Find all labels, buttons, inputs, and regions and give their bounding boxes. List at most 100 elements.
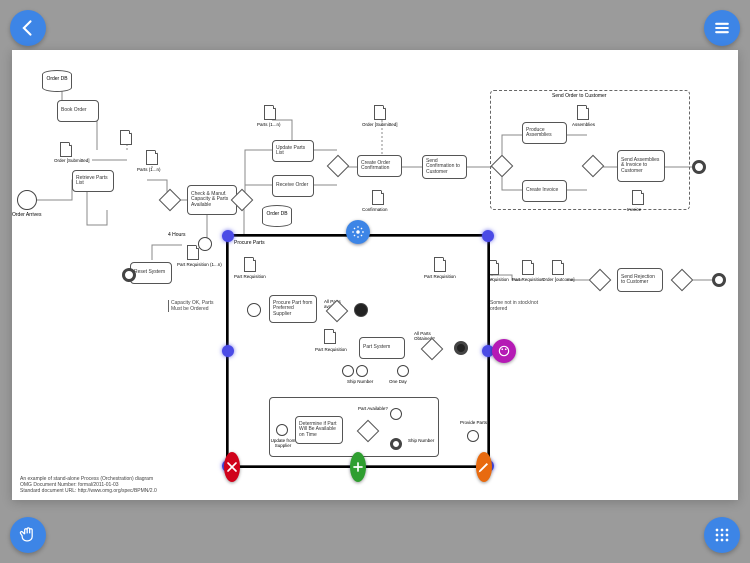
label: Part Available? xyxy=(358,406,388,411)
task-send-assy-inv[interactable]: Send Assemblies & Invoice to Customer xyxy=(617,150,665,182)
sub-start[interactable] xyxy=(247,303,261,317)
task-check-manuf[interactable]: Check & Manuf. Capacity & Parts Availabl… xyxy=(187,185,237,215)
label: Order [Submitted] xyxy=(54,158,90,163)
timer-event[interactable] xyxy=(198,237,212,251)
sub-data-part-req-r[interactable] xyxy=(434,257,446,272)
text: Create Invoice xyxy=(526,188,558,194)
data-confirmation[interactable] xyxy=(372,190,384,205)
label: One Day xyxy=(389,379,407,384)
task-book-order[interactable]: Book Order xyxy=(57,100,99,122)
data-parts-1n[interactable] xyxy=(146,150,158,165)
sub-timer[interactable] xyxy=(356,365,368,377)
task-produce-assy[interactable]: Produce Assemblies xyxy=(522,122,567,144)
text: Update Parts List xyxy=(276,146,310,157)
subsub-end-yes[interactable] xyxy=(390,408,402,420)
label: Part Requisition xyxy=(234,274,266,279)
text: Create Order Confirmation xyxy=(361,161,398,172)
label: Update from Supplier xyxy=(270,438,296,448)
subsub-gateway[interactable] xyxy=(357,420,380,443)
text: Check & Manuf. Capacity & Parts Availabl… xyxy=(191,192,233,209)
end-event-reject[interactable] xyxy=(712,273,726,287)
data-parts[interactable] xyxy=(120,130,132,145)
end-event-reset[interactable] xyxy=(122,268,136,282)
task-send-conf[interactable]: Send Confirmation to Customer xyxy=(422,155,467,179)
label: Part Requisition (1...n) xyxy=(177,262,222,267)
annotation-capacity: Capacity OK, Parts Must be Ordered xyxy=(168,300,218,312)
datastore-order-db[interactable]: Order DB xyxy=(42,70,72,92)
text: Send Rejection to Customer xyxy=(621,275,659,286)
subprocess-label: Procure Parts xyxy=(234,240,265,246)
data-parts-mid[interactable] xyxy=(264,105,276,120)
text: Book Order xyxy=(61,108,87,114)
data-invoice[interactable] xyxy=(632,190,644,205)
sub-gateway-obtained[interactable] xyxy=(421,338,444,361)
text: Order DB xyxy=(266,211,287,217)
datastore-order-db-2[interactable]: Order DB xyxy=(262,205,292,227)
label: Parts (1...n) xyxy=(137,167,161,172)
footnote: An example of stand-alone Process (Orche… xyxy=(20,476,157,494)
data-assemblies[interactable] xyxy=(577,105,589,120)
label: Part Requisition xyxy=(315,347,347,352)
label: Confirmation xyxy=(362,207,388,212)
label: Ship Number xyxy=(347,379,373,384)
label: Order [Submitted] xyxy=(362,122,398,127)
task-receive-order[interactable]: Receive Order xyxy=(272,175,314,197)
sub-task-part-system[interactable]: Part System xyxy=(359,337,405,359)
text: Send Assemblies & Invoice to Customer xyxy=(621,158,661,175)
data-order-submitted[interactable] xyxy=(60,142,72,157)
menu-button[interactable] xyxy=(704,10,740,46)
timer-label: 4 Hours xyxy=(168,232,186,238)
diagram-canvas[interactable]: Order DB Order Arrives Book Order Retrie… xyxy=(12,50,738,500)
back-icon xyxy=(18,18,38,38)
data-part-req[interactable] xyxy=(187,245,199,260)
hand-tool-button[interactable] xyxy=(10,517,46,553)
task-create-conf[interactable]: Create Order Confirmation xyxy=(357,155,402,177)
text: Part System xyxy=(363,345,390,351)
label: Assemblies xyxy=(572,122,595,127)
label: Ship Number xyxy=(408,438,434,443)
sub-data-req[interactable] xyxy=(244,257,256,272)
subprocess-procure-parts[interactable]: Procure Parts Part Requisition Procure P… xyxy=(228,236,488,466)
sub-subprocess[interactable]: Update from Supplier Determine if Part W… xyxy=(269,397,439,457)
subsub-end-no[interactable] xyxy=(390,438,402,450)
text: Reset System xyxy=(134,270,165,276)
task-retrieve-parts[interactable]: Retrieve Parts List xyxy=(72,170,114,192)
text: Receive Order xyxy=(276,183,308,189)
text: Order DB xyxy=(46,76,67,82)
start-event-label: Order Arrives xyxy=(12,212,41,218)
grid-icon xyxy=(712,525,732,545)
data-part-req-bottom[interactable] xyxy=(487,260,499,275)
subsub-start[interactable] xyxy=(276,424,288,436)
hand-icon xyxy=(18,525,38,545)
text: Send Confirmation to Customer xyxy=(426,159,463,176)
task-create-invoice[interactable]: Create Invoice xyxy=(522,180,567,202)
menu-icon xyxy=(712,18,732,38)
text: Determine if Part Will Be Available on T… xyxy=(299,422,339,439)
sub-end-obtained[interactable] xyxy=(454,341,468,355)
bpmn-diagram: Order DB Order Arrives Book Order Retrie… xyxy=(12,50,738,500)
sub-end-avail[interactable] xyxy=(354,303,368,317)
sub-task-procure-pref[interactable]: Procure Part from Preferred Supplier xyxy=(269,295,317,323)
label: Parts (1...n) xyxy=(257,122,281,127)
data-part-req-bottom-2[interactable] xyxy=(522,260,534,275)
end-event-sent[interactable] xyxy=(692,160,706,174)
task-reset-system[interactable]: Reset System xyxy=(130,262,172,284)
start-event[interactable] xyxy=(17,190,37,210)
task-update-parts[interactable]: Update Parts List xyxy=(272,140,314,162)
data-order-outcome[interactable] xyxy=(552,260,564,275)
subsub-task-determine[interactable]: Determine if Part Will Be Available on T… xyxy=(295,416,343,444)
label: Part Requisition xyxy=(512,277,544,282)
back-button[interactable] xyxy=(10,10,46,46)
sub-msg-event[interactable] xyxy=(342,365,354,377)
sub-timer-oneday[interactable] xyxy=(397,365,409,377)
grid-button[interactable] xyxy=(704,517,740,553)
data-order-submitted-2[interactable] xyxy=(374,105,386,120)
label: Invoice xyxy=(627,207,641,212)
label: Order [outcome] xyxy=(542,277,575,282)
catch-event-provide-parts[interactable] xyxy=(467,430,479,442)
footnote-line: Standard document URL: http://www.omg.or… xyxy=(20,488,157,494)
sub-data-part-req[interactable] xyxy=(324,329,336,344)
task-send-rejection[interactable]: Send Rejection to Customer xyxy=(617,268,663,292)
annotation-some-not: Some not in stock/not ordered xyxy=(487,300,542,312)
text: Retrieve Parts List xyxy=(76,176,110,187)
